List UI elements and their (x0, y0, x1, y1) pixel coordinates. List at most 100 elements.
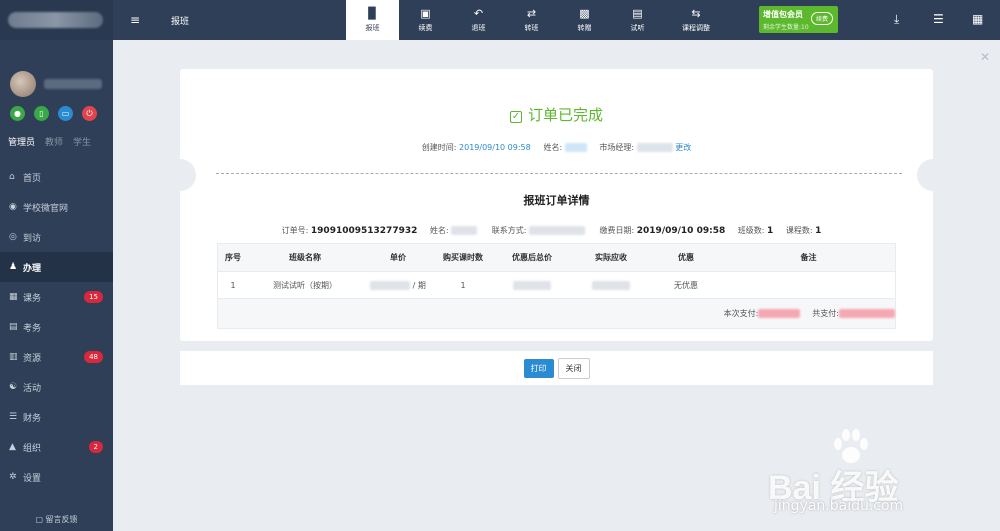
hamburger-menu-icon[interactable]: ≡ (130, 13, 140, 27)
tab-trial[interactable]: ▤ 试听 (611, 0, 664, 40)
order-meta: 创建时间: 2019/09/10 09:58 姓名: 市场经理: 更改 (180, 142, 933, 153)
sidebar-item-resource[interactable]: ▥ 资源 48 (0, 342, 113, 372)
users-icon: ♟ (9, 262, 18, 272)
col-hours: 购买课时数 (443, 253, 483, 262)
sidebar-item-finance[interactable]: ☰ 财务 (0, 402, 113, 432)
sidebar-item-label: 财务 (23, 413, 42, 424)
power-icon[interactable]: ⏻ (82, 106, 97, 121)
created-label: 创建时间: (421, 143, 457, 152)
sidebar-item-microsite[interactable]: ◉ 学校微官网 (0, 192, 113, 222)
tab-label: 试听 (630, 24, 645, 32)
close-button[interactable]: 关闭 (557, 357, 590, 379)
col-class-name: 班级名称 (289, 253, 321, 262)
pay-date-label: 缴费日期: (599, 226, 635, 235)
order-status-text: 订单已完成 (527, 106, 603, 124)
tab-renew[interactable]: ▣ 续费 (399, 0, 452, 40)
tab-transfer-class[interactable]: ⇄ 转班 (505, 0, 558, 40)
info-name-redacted (451, 226, 478, 235)
action-bar: 打印 关闭 (180, 351, 933, 385)
quick-icons: ● ▯ ▭ ⏻ (0, 106, 113, 121)
unit-price-redacted (370, 280, 411, 290)
total-pay-redacted (839, 309, 895, 318)
sidebar-item-home[interactable]: ⌂ 首页 (0, 162, 113, 192)
class-count: 1 (767, 226, 774, 236)
baidu-watermark: Bai 经验 jingyan.baidu.com (768, 428, 968, 520)
calendar-icon: ▦ (9, 292, 18, 302)
server-icon[interactable]: ☰ (933, 12, 944, 26)
sidebar: ● ▯ ▭ ⏻ 管理员 教师 学生 ⌂ 首页 ◉ 学校微官网 ◎ 到访 ♟ 办理 ▦ 课务… (0, 0, 113, 531)
file-text-icon: ▤ (632, 7, 643, 20)
change-manager-link[interactable]: 更改 (675, 143, 691, 152)
vip-package-banner[interactable]: 增值包会员 剩余学生数量:10 续费 (759, 6, 838, 33)
sidebar-item-handle[interactable]: ♟ 办理 (0, 252, 113, 282)
toolbar-tabs: ▉ 报班 ▣ 续费 ↶ 退班 ⇄ 转班 ▩ 转赠 ▤ 试听 ⇆ 课程调整 (346, 0, 728, 40)
sidebar-item-label: 资源 (23, 353, 42, 364)
role-tab-teacher[interactable]: 教师 (45, 135, 63, 148)
list-icon: ▤ (9, 322, 18, 332)
sidebar-item-label: 到访 (23, 233, 42, 244)
globe-icon: ◉ (9, 202, 17, 212)
manager-label: 市场经理: (599, 143, 635, 152)
table-row: 1 测试试听（按期） / 期 1 无优惠 (218, 271, 895, 298)
this-pay-redacted (758, 309, 801, 318)
ticket-notch-left (180, 159, 196, 191)
sidebar-item-label: 首页 (23, 173, 42, 184)
cell-index: 1 (230, 280, 236, 290)
order-card: ✓ 订单已完成 创建时间: 2019/09/10 09:58 姓名: 市场经理: … (180, 69, 933, 341)
avatar[interactable] (10, 71, 36, 97)
profile-name-redacted (44, 79, 102, 89)
sidebar-item-course[interactable]: ▦ 课务 15 (0, 282, 113, 312)
tab-enroll[interactable]: ▉ 报班 (346, 0, 399, 40)
feedback-link[interactable]: ▢ 留言反馈 (0, 514, 113, 525)
sidebar-item-activity[interactable]: ☯ 活动 (0, 372, 113, 402)
role-tab-admin[interactable]: 管理员 (8, 135, 35, 148)
cell-class-name: 测试试听（按期） (273, 280, 337, 290)
grid-icon[interactable]: ▦ (972, 12, 983, 26)
sidebar-item-label: 组织 (23, 443, 42, 454)
col-remark: 备注 (800, 253, 817, 262)
col-receivable: 实际应收 (595, 253, 627, 262)
gear-icon: ✲ (9, 472, 17, 482)
database-icon: ☰ (9, 412, 18, 422)
course-count: 1 (815, 226, 822, 236)
mobile-icon[interactable]: ▯ (34, 106, 49, 121)
wechat-icon[interactable]: ● (10, 106, 25, 121)
user-profile[interactable] (0, 40, 113, 110)
count-badge: 2 (88, 441, 103, 453)
sidebar-item-label: 设置 (23, 473, 42, 484)
cell-discounted-total (492, 280, 572, 290)
vip-renew-button[interactable]: 续费 (810, 12, 833, 25)
top-bar: ≡ 报班 ▉ 报班 ▣ 续费 ↶ 退班 ⇄ 转班 ▩ 转赠 ▤ 试听 ⇆ 课程调整 增值包会员… (113, 0, 1000, 40)
col-index: 序号 (225, 253, 241, 262)
money-icon: ▣ (420, 7, 431, 20)
tab-withdraw[interactable]: ↶ 退班 (452, 0, 505, 40)
download-icon[interactable]: ⤓ (894, 12, 899, 27)
role-tab-student[interactable]: 学生 (73, 135, 91, 148)
home-icon: ⌂ (9, 172, 15, 182)
contact-label: 联系方式: (491, 226, 527, 235)
contact-redacted (528, 226, 585, 235)
print-button[interactable]: 打印 (523, 358, 554, 378)
info-name-label: 姓名: (429, 226, 449, 235)
order-table: 序号 班级名称 单价 购买课时数 优惠后总价 实际应收 优惠 备注 1 测试试听… (217, 243, 896, 329)
tab-gift-transfer[interactable]: ▩ 转赠 (558, 0, 611, 40)
name-label: 姓名: (543, 143, 563, 152)
dashed-divider (216, 173, 902, 174)
exchange-icon: ⇆ (691, 7, 701, 20)
graduation-cap-icon: ▲ (9, 442, 16, 452)
order-no: 19091009513277932 (310, 226, 418, 236)
table-header: 序号 班级名称 单价 购买课时数 优惠后总价 实际应收 优惠 备注 (218, 244, 895, 271)
manager-redacted (636, 143, 673, 152)
tab-course-adjust[interactable]: ⇆ 课程调整 (664, 0, 728, 40)
count-badge: 15 (84, 291, 103, 303)
close-icon[interactable]: ✕ (980, 50, 990, 64)
sidebar-item-settings[interactable]: ✲ 设置 (0, 462, 113, 492)
monitor-icon[interactable]: ▭ (58, 106, 73, 121)
check-square-icon: ✓ (509, 111, 522, 123)
tab-label: 续费 (418, 24, 433, 32)
sidebar-item-exam[interactable]: ▤ 考务 (0, 312, 113, 342)
sidebar-item-organization[interactable]: ▲ 组织 2 (0, 432, 113, 462)
class-count-label: 班级数: (737, 226, 765, 235)
folder-icon: ▥ (9, 352, 18, 362)
sidebar-item-visit[interactable]: ◎ 到访 (0, 222, 113, 252)
